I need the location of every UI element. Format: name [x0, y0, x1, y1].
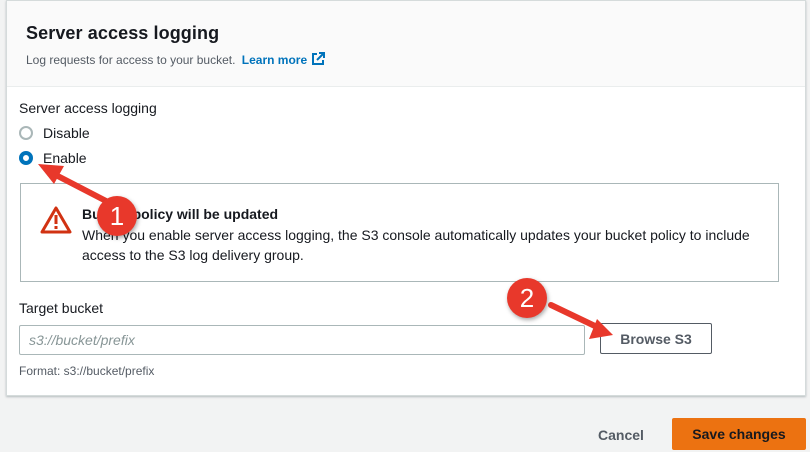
description-text: Log requests for access to your bucket. — [26, 53, 236, 67]
cancel-button[interactable]: Cancel — [585, 420, 657, 450]
learn-more-link[interactable]: Learn more — [241, 52, 326, 70]
target-bucket-input[interactable] — [19, 325, 585, 355]
learn-more-label: Learn more — [241, 53, 308, 67]
alert-body: When you enable server access logging, t… — [82, 227, 750, 263]
annotation-marker-2: 2 — [507, 278, 547, 318]
logging-field-label: Server access logging — [19, 100, 157, 116]
target-bucket-label: Target bucket — [19, 300, 104, 316]
panel-header: Server access logging Log requests for a… — [7, 1, 805, 87]
format-hint: Format: s3://bucket/prefix — [19, 364, 155, 378]
radio-disable[interactable]: Disable — [19, 125, 90, 141]
external-link-icon — [311, 52, 326, 70]
radio-disable-label: Disable — [43, 125, 90, 141]
callout-arrow-2 — [548, 302, 613, 339]
warning-icon — [40, 206, 72, 239]
save-changes-button[interactable]: Save changes — [672, 418, 806, 450]
bucket-policy-alert: Bucket policy will be updated When you e… — [20, 183, 779, 282]
panel-description: Log requests for access to your bucket. … — [26, 52, 805, 70]
panel-title: Server access logging — [26, 23, 220, 43]
annotation-marker-1: 1 — [97, 196, 137, 236]
radio-disable-circle[interactable] — [19, 126, 33, 140]
